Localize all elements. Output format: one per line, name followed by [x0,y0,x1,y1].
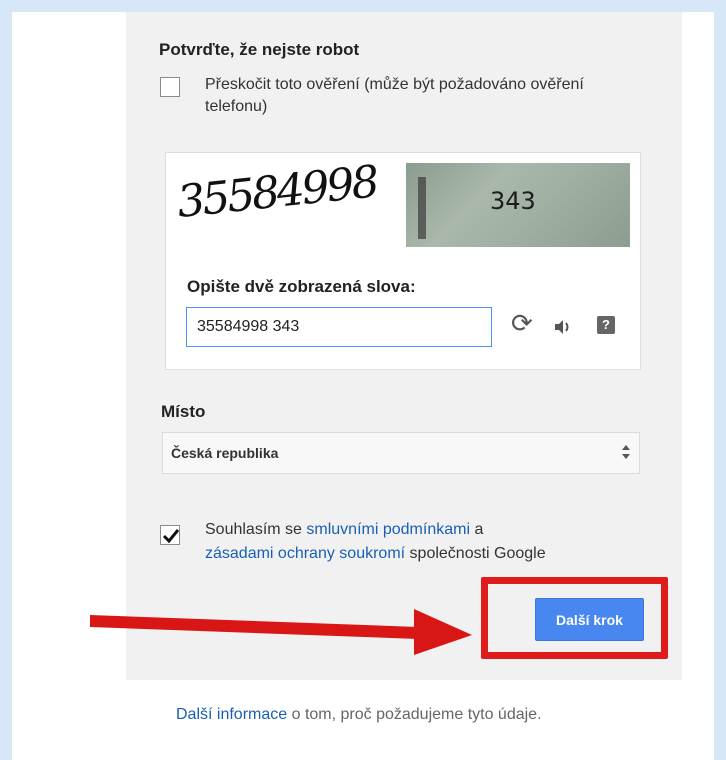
help-icon[interactable]: ? [597,316,615,334]
privacy-link[interactable]: zásadami ochrany soukromí [205,545,405,562]
footer-text: o tom, proč požadujeme tyto údaje. [287,706,542,723]
captcha-prompt: Opište dvě zobrazená slova: [187,277,416,296]
terms-text-middle: a [470,521,484,538]
page-frame-right [714,0,726,760]
captcha-image-2-text: 343 [490,187,536,215]
refresh-icon[interactable]: ⟳ [511,310,533,336]
terms-checkbox[interactable] [160,525,180,545]
location-label: Místo [161,402,206,421]
page-frame-left [0,0,12,760]
terms-label: Souhlasím se smluvními podmínkami a zásad… [205,518,645,566]
footer-info: Další informace o tom, proč požadujeme t… [176,706,542,724]
skip-verification-checkbox[interactable] [160,77,180,97]
select-arrows-icon [622,445,630,459]
captcha-image-1: 35584998 [175,156,402,243]
skip-verification-label: Přeskočit toto ověření (může být požadov… [205,76,584,115]
location-select[interactable]: Česká republika [162,432,640,474]
terms-text-suffix: společnosti Google [405,545,546,562]
terms-link[interactable]: smluvními podmínkami [306,521,470,538]
captcha-input[interactable] [186,307,492,347]
more-info-link[interactable]: Další informace [176,706,287,723]
audio-icon[interactable] [552,316,574,338]
next-step-button[interactable]: Další krok [535,598,644,641]
red-arrow-annotation [90,609,472,655]
robot-title: Potvrďte, že nejste robot [159,40,360,59]
captcha-image-1-text: 35584998 [174,156,379,228]
terms-text-prefix: Souhlasím se [205,521,307,538]
captcha-image-2-mark [418,177,426,239]
checkmark-icon [162,529,180,544]
location-select-value: Česká republika [171,445,279,461]
captcha-image-2: 343 [406,163,630,247]
page-frame-top [0,0,726,12]
